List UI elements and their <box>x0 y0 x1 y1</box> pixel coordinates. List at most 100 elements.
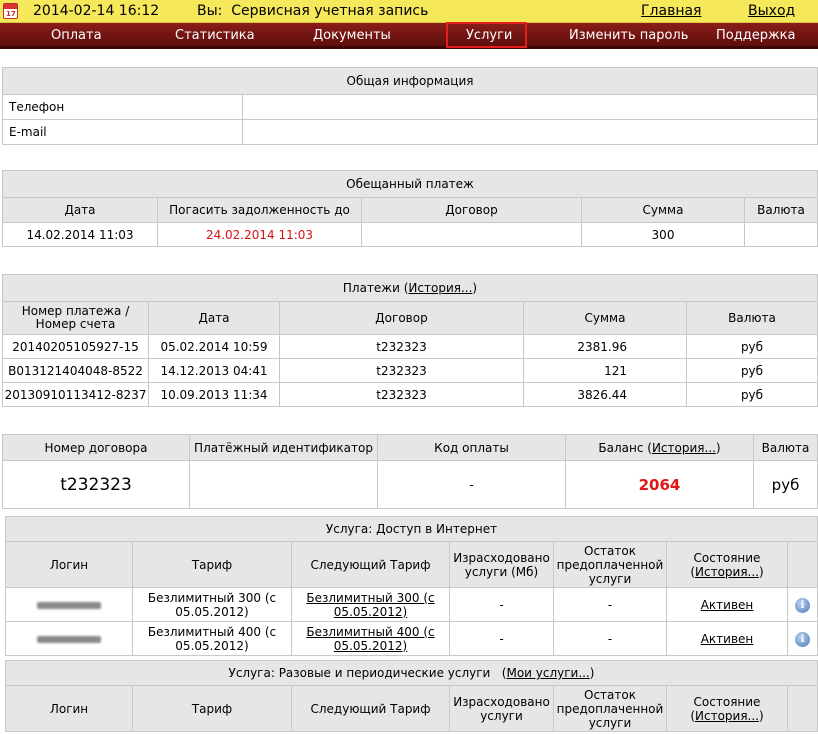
phone-label: Телефон <box>2 94 243 120</box>
nav-payment[interactable]: Оплата <box>51 28 102 43</box>
payment-id <box>189 460 378 509</box>
state-history-link[interactable]: История... <box>695 565 759 579</box>
payment-code: - <box>377 460 566 509</box>
col-rest: Остаток предоплаченной услуги <box>553 685 667 732</box>
calendar-icon: 17 <box>3 3 18 19</box>
info-icon[interactable]: i <box>795 597 810 613</box>
col-used: Израсходовано услуги <box>449 685 554 732</box>
col-login: Логин <box>5 541 133 588</box>
payment-number: B013121404048-8522 <box>2 358 149 383</box>
payment-number: 20140205105927-15 <box>2 334 149 359</box>
service-periodic-title: Услуга: Разовые и периодические услуги (… <box>5 660 818 686</box>
state-history-link[interactable]: История... <box>695 709 759 723</box>
next-tariff-link[interactable]: Безлимитный 300 (с 05.05.2012) <box>306 591 434 619</box>
col-payment-number: Номер платежа / Номер счета <box>2 301 149 335</box>
payment-contract: t232323 <box>279 358 524 383</box>
general-info-table: Общая информация Телефон E-mail <box>2 67 818 145</box>
table-row: B013121404048-8522 14.12.2013 04:41 t232… <box>2 358 818 383</box>
col-date: Дата <box>2 197 158 223</box>
login-redacted[interactable] <box>37 635 101 643</box>
state-cell: Активен <box>666 621 788 656</box>
payment-date: 10.09.2013 11:34 <box>148 382 280 407</box>
user-name: Сервисная учетная запись <box>231 3 429 19</box>
balance-value: 2064 <box>565 460 754 509</box>
login-cell[interactable] <box>5 621 133 656</box>
col-info <box>787 685 818 732</box>
col-contract: Договор <box>279 301 524 335</box>
current-user: Вы: Сервисная учетная запись <box>197 3 428 19</box>
promised-date: 14.02.2014 11:03 <box>2 222 158 247</box>
col-next-tariff: Следующий Тариф <box>291 541 450 588</box>
promised-due: 24.02.2014 11:03 <box>157 222 362 247</box>
login-cell[interactable] <box>5 587 133 622</box>
current-datetime: 2014-02-14 16:12 <box>33 3 160 19</box>
home-link[interactable]: Главная <box>641 3 701 19</box>
table-row: 14.02.2014 11:03 24.02.2014 11:03 300 <box>2 222 818 247</box>
main-nav: Оплата Статистика Документы Услуги Измен… <box>0 23 818 49</box>
payments-table: Платежи (История...) Номер платежа / Ном… <box>2 274 818 407</box>
contract-number: t232323 <box>2 460 190 509</box>
state-link[interactable]: Активен <box>701 598 754 612</box>
col-state: Состояние (История...) <box>666 541 788 588</box>
promised-payment-title: Обещанный платеж <box>2 170 818 198</box>
col-next-tariff: Следующий Тариф <box>291 685 450 732</box>
col-currency: Валюта <box>686 301 818 335</box>
payment-amount: 3826.44 <box>523 382 687 407</box>
payment-currency: руб <box>686 334 818 359</box>
state-header-text: Состояние <box>693 550 761 565</box>
nav-support[interactable]: Поддержка <box>716 28 796 43</box>
next-tariff-link[interactable]: Безлимитный 400 (с 05.05.2012) <box>306 625 434 653</box>
col-payment-id: Платёжный идентификатор <box>189 434 378 461</box>
tariff-cell: Безлимитный 400 (с 05.05.2012) <box>132 621 292 656</box>
payments-history-link[interactable]: История... <box>408 281 472 295</box>
col-contract-number: Номер договора <box>2 434 190 461</box>
col-login: Логин <box>5 685 133 732</box>
general-info-title: Общая информация <box>2 67 818 95</box>
my-services-link[interactable]: Мои услуги... <box>506 666 589 680</box>
user-label: Вы: <box>197 3 223 19</box>
used-cell: - <box>449 587 554 622</box>
info-cell: i <box>787 621 818 656</box>
table-row: 20130910113412-8237 10.09.2013 11:34 t23… <box>2 382 818 407</box>
rest-cell: - <box>553 587 667 622</box>
phone-value <box>242 94 818 120</box>
col-balance: Баланс (История...) <box>565 434 754 461</box>
payment-date: 14.12.2013 04:41 <box>148 358 280 383</box>
promised-currency <box>744 222 818 247</box>
col-amount: Сумма <box>581 197 745 223</box>
logout-link[interactable]: Выход <box>748 3 795 19</box>
info-icon[interactable]: i <box>795 631 810 647</box>
col-rest: Остаток предоплаченной услуги <box>553 541 667 588</box>
promised-amount: 300 <box>581 222 745 247</box>
col-date: Дата <box>148 301 280 335</box>
next-tariff-cell: Безлимитный 300 (с 05.05.2012) <box>291 587 450 622</box>
info-cell: i <box>787 587 818 622</box>
payment-number: 20130910113412-8237 <box>2 382 149 407</box>
login-redacted[interactable] <box>37 601 101 609</box>
col-used: Израсходовано услуги (Мб) <box>449 541 554 588</box>
service-periodic-title-text: Услуга: Разовые и периодические услуги <box>228 666 491 680</box>
col-state: Состояние (История...) <box>666 685 788 732</box>
table-row: Безлимитный 400 (с 05.05.2012) Безлимитн… <box>5 621 818 656</box>
payment-currency: руб <box>686 358 818 383</box>
payments-title-text: Платежи <box>342 281 400 295</box>
service-periodic-table: Услуга: Разовые и периодические услуги (… <box>5 660 818 732</box>
col-due: Погасить задолженность до <box>157 197 362 223</box>
payments-title: Платежи (История...) <box>2 274 818 302</box>
col-contract: Договор <box>361 197 582 223</box>
balance-history-link[interactable]: История... <box>652 441 716 455</box>
nav-change-password[interactable]: Изменить пароль <box>569 28 688 43</box>
col-info <box>787 541 818 588</box>
nav-active-highlight <box>446 22 527 48</box>
next-tariff-cell: Безлимитный 400 (с 05.05.2012) <box>291 621 450 656</box>
nav-documents[interactable]: Документы <box>313 28 391 43</box>
nav-statistics[interactable]: Статистика <box>175 28 255 43</box>
state-link[interactable]: Активен <box>701 632 754 646</box>
col-currency: Валюта <box>744 197 818 223</box>
contract-table: Номер договора Платёжный идентификатор К… <box>2 434 818 509</box>
col-payment-code: Код оплаты <box>377 434 566 461</box>
payment-date: 05.02.2014 10:59 <box>148 334 280 359</box>
col-currency: Валюта <box>753 434 818 461</box>
promised-payment-table: Обещанный платеж Дата Погасить задолженн… <box>2 170 818 247</box>
state-cell: Активен <box>666 587 788 622</box>
